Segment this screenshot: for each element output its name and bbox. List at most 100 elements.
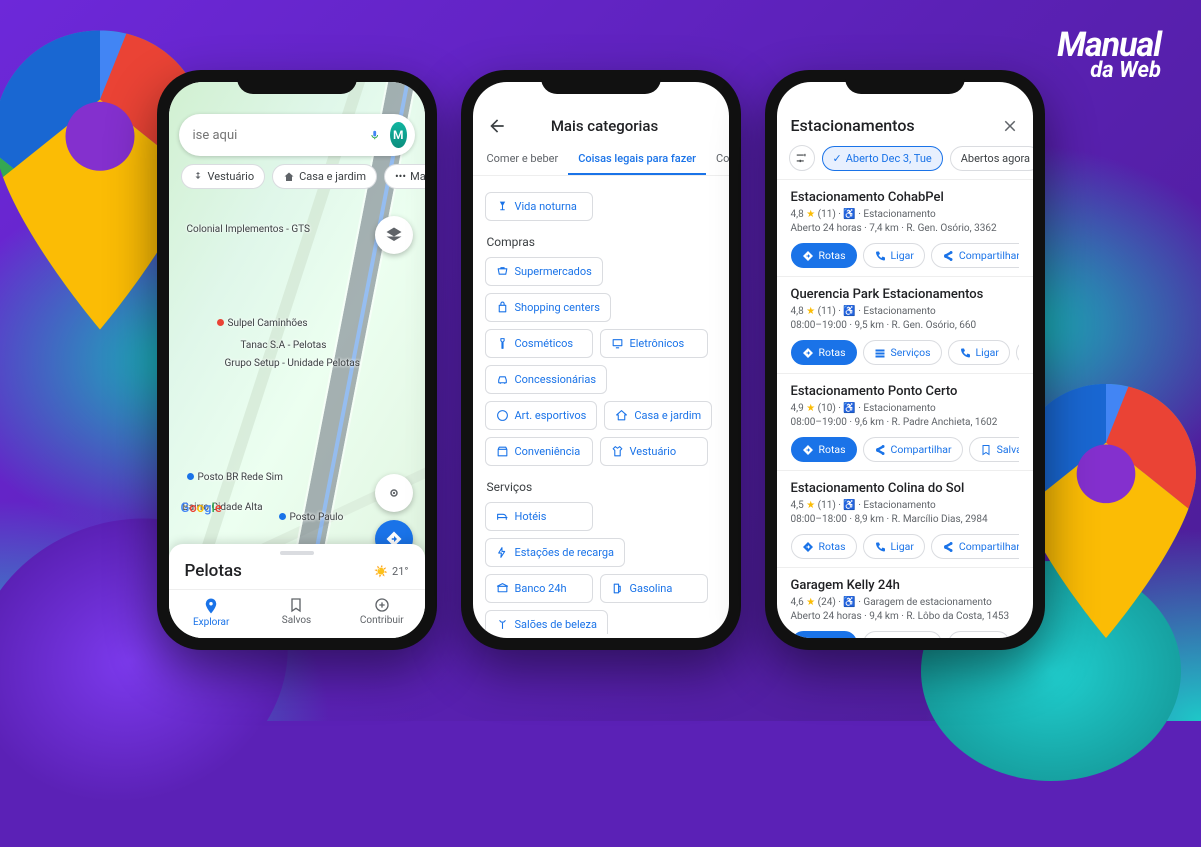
sheet-handle[interactable] bbox=[280, 551, 314, 555]
action-routes[interactable]: Rotas bbox=[791, 340, 857, 365]
category-gasolina[interactable]: Gasolina bbox=[600, 574, 708, 603]
action-services[interactable]: Serviços bbox=[863, 631, 942, 638]
nav-contribute[interactable]: Contribuir bbox=[339, 590, 424, 638]
results-list[interactable]: Estacionamento CohabPel 4,8 ★ (11) · ♿ · … bbox=[777, 180, 1033, 638]
section-services: Serviços bbox=[487, 480, 715, 494]
category-vestu-rio[interactable]: Vestuário bbox=[600, 437, 708, 466]
result-actions: RotasCompartilharSalvar bbox=[791, 437, 1019, 462]
action-call[interactable]: Ligar bbox=[948, 631, 1010, 638]
chip-more[interactable]: ••• Mais bbox=[384, 164, 425, 189]
results-title: Estacionamentos bbox=[791, 116, 915, 135]
bottom-nav: Explorar Salvos Contribuir bbox=[169, 589, 425, 638]
result-meta: 4,5 ★ (11) · ♿ · Estacionamento bbox=[791, 499, 1019, 513]
result-name: Querencia Park Estacionamentos bbox=[791, 287, 1019, 302]
category-sal-es-de-beleza[interactable]: Salões de beleza bbox=[485, 610, 608, 634]
result-name: Estacionamento CohabPel bbox=[791, 190, 1019, 205]
services-grid: Hotéis Estações de recarga Banco 24hGasoli… bbox=[485, 502, 717, 634]
close-icon[interactable] bbox=[1001, 117, 1019, 135]
action-share[interactable]: Compartilhar bbox=[931, 534, 1019, 559]
search-bar[interactable]: M bbox=[179, 114, 415, 156]
map-label[interactable]: Grupo Setup - Unidade Pelotas bbox=[225, 358, 360, 369]
category-banco-24h[interactable]: Banco 24h bbox=[485, 574, 593, 603]
action-share[interactable]: Compartilhar bbox=[931, 243, 1019, 268]
phone-row: Colonial Implementos - GTS Sulpel Caminh… bbox=[0, 70, 1201, 650]
category-tabs: Comer e beber Coisas legais para fazer C… bbox=[473, 144, 729, 176]
nav-explore[interactable]: Explorar bbox=[169, 590, 254, 638]
bottom-sheet[interactable]: Pelotas ☀️ 21° Explorar Salvos Contribui… bbox=[169, 544, 425, 638]
action-save[interactable]: Salvar bbox=[969, 437, 1019, 462]
result-item[interactable]: Querencia Park Estacionamentos 4,8 ★ (11)… bbox=[777, 277, 1033, 374]
account-avatar[interactable]: M bbox=[390, 122, 407, 148]
result-actions: RotasServiçosLigar Compartil bbox=[791, 340, 1019, 365]
action-share[interactable]: Compartilhar bbox=[863, 437, 963, 462]
tab-shopping[interactable]: Compras bbox=[706, 144, 729, 175]
category-esta-es-de-recarga[interactable]: Estações de recarga bbox=[485, 538, 626, 567]
action-services[interactable]: Serviços bbox=[863, 340, 942, 365]
action-share_short[interactable]: Compartil bbox=[1016, 631, 1019, 638]
category-art-esportivos[interactable]: Art. esportivos bbox=[485, 401, 598, 430]
google-logo: Google bbox=[181, 501, 222, 516]
tab-food[interactable]: Comer e beber bbox=[477, 144, 569, 175]
action-call[interactable]: Ligar bbox=[948, 340, 1010, 365]
action-routes[interactable]: Rotas bbox=[791, 437, 857, 462]
map-label[interactable]: Colonial Implementos - GTS bbox=[187, 224, 311, 235]
result-item[interactable]: Estacionamento Ponto Certo4,9 ★ (10) · ♿… bbox=[777, 374, 1033, 471]
phone-notch bbox=[845, 70, 965, 94]
result-name: Estacionamento Ponto Certo bbox=[791, 384, 1019, 399]
filter-chip-open-date[interactable]: ✓ Aberto Dec 3, Tue bbox=[822, 146, 943, 171]
result-item[interactable]: Estacionamento CohabPel4,8 ★ (11) · ♿ · … bbox=[777, 180, 1033, 277]
result-meta: 4,6 ★ (24) · ♿ · Garagem de estacionamen… bbox=[791, 596, 1019, 610]
category-eletr-nicos[interactable]: Eletrônicos bbox=[600, 329, 708, 358]
result-detail: 08:00–19:00 · 9,5 km · R. Gen. Osório, 6… bbox=[791, 319, 1019, 333]
nav-saved[interactable]: Salvos bbox=[254, 590, 339, 638]
result-detail: 08:00–19:00 · 9,6 km · R. Padre Anchieta… bbox=[791, 416, 1019, 430]
category-supermercados[interactable]: Supermercados bbox=[485, 257, 603, 286]
chip-casa-jardim[interactable]: Casa e jardim bbox=[272, 164, 377, 189]
filter-row: ✓ Aberto Dec 3, Tue Abertos agora Entrad… bbox=[777, 143, 1033, 179]
result-detail: Aberto 24 horas · 9,4 km · R. Lôbo da Co… bbox=[791, 610, 1019, 624]
shopping-grid: Supermercados Shopping centers CosméticosE… bbox=[485, 257, 717, 466]
action-call[interactable]: Ligar bbox=[863, 534, 925, 559]
result-item[interactable]: Garagem Kelly 24h 4,6 ★ (24) · ♿ · Garage… bbox=[777, 568, 1033, 638]
filter-chip-open-now[interactable]: Abertos agora bbox=[950, 146, 1033, 171]
phone-frame-1: Colonial Implementos - GTS Sulpel Caminh… bbox=[157, 70, 437, 650]
mic-icon[interactable] bbox=[369, 126, 380, 144]
layers-button[interactable] bbox=[375, 216, 413, 254]
category-casa-e-jardim[interactable]: Casa e jardim bbox=[604, 401, 712, 430]
action-call[interactable]: Ligar bbox=[863, 243, 925, 268]
action-share_short[interactable]: Compartil bbox=[1016, 340, 1019, 365]
category-cosm-ticos[interactable]: Cosméticos bbox=[485, 329, 593, 358]
tab-things-to-do[interactable]: Coisas legais para fazer bbox=[568, 144, 706, 175]
search-input[interactable] bbox=[193, 128, 359, 143]
action-routes[interactable]: Rotas bbox=[791, 631, 857, 638]
phone-frame-3: Estacionamentos ✓ Aberto Dec 3, Tue Aber… bbox=[765, 70, 1045, 650]
categories-scroll[interactable]: Vida noturna Compras Supermercados Shoppi… bbox=[473, 176, 729, 634]
result-name: Estacionamento Colina do Sol bbox=[791, 481, 1019, 496]
result-detail: Aberto 24 horas · 7,4 km · R. Gen. Osóri… bbox=[791, 222, 1019, 236]
tune-button[interactable] bbox=[789, 145, 815, 171]
category-chips: Vestuário Casa e jardim ••• Mais bbox=[179, 164, 425, 189]
map-label[interactable]: Sulpel Caminhões bbox=[217, 318, 308, 329]
category-shopping-centers[interactable]: Shopping centers bbox=[485, 293, 611, 322]
phone-notch bbox=[237, 70, 357, 94]
result-name: Garagem Kelly 24h bbox=[791, 578, 1019, 593]
category-concession-rias[interactable]: Concessionárias bbox=[485, 365, 608, 394]
map-label[interactable]: Tanac S.A - Pelotas bbox=[241, 340, 327, 351]
action-routes[interactable]: Rotas bbox=[791, 243, 857, 268]
cat-nightlife[interactable]: Vida noturna bbox=[485, 192, 593, 221]
action-routes[interactable]: Rotas bbox=[791, 534, 857, 559]
map-label[interactable]: Posto BR Rede Sim bbox=[187, 472, 283, 483]
category-conveni-ncia[interactable]: Conveniência bbox=[485, 437, 593, 466]
result-item[interactable]: Estacionamento Colina do Sol 4,5 ★ (11) ·… bbox=[777, 471, 1033, 568]
page-title: Mais categorias bbox=[495, 117, 715, 135]
screen-results: Estacionamentos ✓ Aberto Dec 3, Tue Aber… bbox=[777, 82, 1033, 638]
chip-vestuario[interactable]: Vestuário bbox=[181, 164, 266, 189]
result-actions: Rotas Serviços Ligar Compartil bbox=[791, 631, 1019, 638]
result-meta: 4,8 ★ (11) · ♿ · Estacionamento bbox=[791, 305, 1019, 319]
result-actions: RotasLigarCompartilhar bbox=[791, 534, 1019, 559]
result-detail: 08:00–18:00 · 8,9 km · R. Marcílio Dias,… bbox=[791, 513, 1019, 527]
section-shopping: Compras bbox=[487, 235, 715, 249]
my-location-button[interactable] bbox=[375, 474, 413, 512]
map-label[interactable]: Posto Paulo bbox=[279, 512, 344, 523]
category-hot-is[interactable]: Hotéis bbox=[485, 502, 593, 531]
